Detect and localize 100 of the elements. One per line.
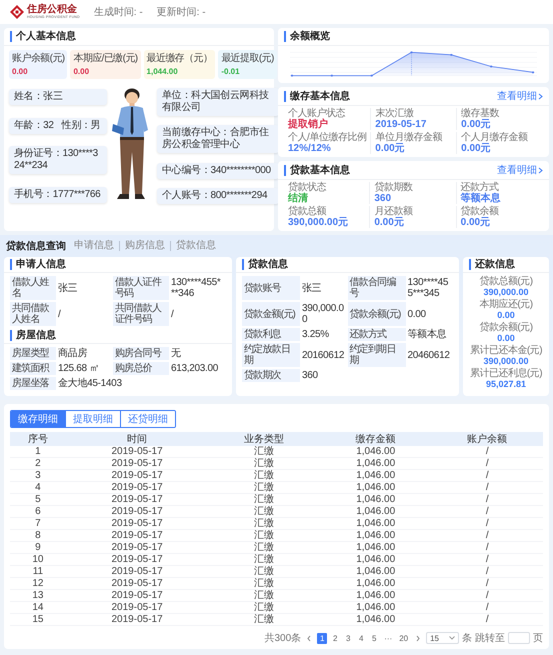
field-value: 360	[374, 193, 392, 204]
table-cell: 1,046.00	[320, 470, 432, 482]
table-cell: /	[431, 602, 543, 614]
field-label: 末次汇缴	[375, 108, 414, 119]
field-value: 0.00	[406, 308, 427, 322]
table-cell: 13	[10, 590, 66, 602]
field-label: 借款人姓名	[10, 276, 56, 300]
field-label: 还款方式	[348, 328, 406, 341]
table-cell: 5	[10, 494, 66, 506]
page-button[interactable]: 20	[397, 632, 410, 644]
tab[interactable]: 还贷明细	[120, 411, 175, 427]
stat-value: -0.01	[221, 67, 241, 76]
table-cell: 2019-05-17	[66, 494, 208, 506]
table-cell: 汇缴	[208, 446, 320, 458]
page-button[interactable]: ···	[382, 632, 394, 644]
table-cell: 11	[10, 566, 66, 578]
table-cell: 汇缴	[208, 518, 320, 530]
table-cell: /	[431, 446, 543, 458]
table-cell: 2019-05-17	[66, 542, 208, 554]
table-cell: 1,046.00	[320, 494, 432, 506]
field-value: 3.25%	[301, 328, 330, 341]
section-title: 余额概览	[284, 31, 330, 42]
field-value: 张三	[57, 282, 78, 296]
table-cell: 1,046.00	[320, 530, 432, 542]
field-value: 130****455***345	[406, 276, 450, 300]
table-cell: 12	[10, 578, 66, 590]
column-header: 账户余额	[431, 432, 543, 446]
page-size-select[interactable]: 15	[426, 632, 459, 644]
table-cell: 1,046.00	[320, 554, 432, 566]
field-label: 房屋类型	[10, 347, 56, 360]
field-label: 贷款余额(元)	[348, 302, 406, 326]
table-cell: 2019-05-17	[66, 458, 208, 470]
field-value: 360	[301, 369, 319, 382]
page-button[interactable]: 1	[317, 632, 328, 644]
field-value: 0.00	[496, 310, 516, 320]
table-cell: 14	[10, 602, 66, 614]
table-cell: 9	[10, 542, 66, 554]
table-cell: 2019-05-17	[66, 590, 208, 602]
table-cell: /	[431, 530, 543, 542]
stat-value: 0.00	[73, 67, 90, 76]
section-title: 缴存基本信息	[284, 90, 350, 102]
table-cell: 15	[10, 614, 66, 626]
field-label: 缴存基数	[461, 108, 500, 119]
field-value: 390,000.00	[482, 287, 530, 297]
field-value: 20160612	[301, 348, 346, 362]
table-cell: 汇缴	[208, 530, 320, 542]
field-value: 12%/12%	[288, 143, 332, 154]
generated-time: 生成时间: -	[94, 6, 143, 19]
field-label: 贷款期数	[374, 182, 414, 193]
table-cell: 10	[10, 554, 66, 566]
field-label: 个人账户状态	[288, 108, 346, 119]
page-button[interactable]: 4	[356, 632, 366, 644]
table-cell: 1,046.00	[320, 578, 432, 590]
table-cell: 8	[10, 530, 66, 542]
nav-link[interactable]: 贷款信息	[170, 241, 221, 251]
nav-link[interactable]: 申请信息	[74, 241, 119, 251]
chevron-right-icon	[538, 166, 543, 174]
table-cell: 1,046.00	[320, 602, 432, 614]
page-jump-field[interactable]	[508, 632, 530, 644]
field-label: 贷款期次	[242, 369, 300, 382]
field-value: 等额本息	[460, 193, 502, 204]
field-value: 张三	[301, 282, 322, 296]
section-title: 申请人信息	[10, 259, 66, 270]
field-value: 0.00元	[460, 217, 492, 228]
field-label: 贷款账号	[242, 276, 300, 300]
section-title: 贷款基本信息	[284, 164, 350, 176]
section-title: 贷款信息查询	[6, 240, 66, 253]
field-value: 0.00元	[375, 143, 406, 154]
table-cell: 1,046.00	[320, 458, 432, 470]
nav-link[interactable]: 购房信息	[119, 241, 170, 251]
field-label: 还款方式	[460, 182, 499, 193]
field-label: 贷款金额(元)	[242, 302, 300, 326]
table-cell: 2019-05-17	[66, 470, 208, 482]
page-button[interactable]: 5	[369, 632, 380, 644]
field-value: 20460612	[406, 348, 451, 362]
field-value: 0.00	[496, 333, 516, 343]
table-cell: 汇缴	[208, 494, 320, 506]
table-cell: /	[431, 506, 543, 518]
table-cell: 2019-05-17	[66, 578, 208, 590]
details-link[interactable]: 查看明细	[497, 163, 543, 177]
field-label: 约定到期日期	[348, 343, 406, 367]
section-title: 房屋信息	[10, 330, 56, 341]
field-label: 购房合同号	[113, 347, 169, 360]
page-button[interactable]: 3	[343, 632, 354, 644]
page-button[interactable]: 2	[330, 632, 340, 644]
table-cell: 1,046.00	[320, 566, 432, 578]
info-text: 性别：男	[62, 120, 100, 132]
field-label: 累计已还本金(元)	[468, 345, 544, 356]
stat-label: 账户余额(元)	[12, 53, 64, 64]
jump-label: 跳转至	[475, 632, 505, 646]
info-text: 手机号：1777***766	[14, 188, 100, 201]
section-title: 贷款信息	[242, 259, 288, 270]
details-link[interactable]: 查看明细	[497, 89, 543, 103]
info-text: 年龄：32	[14, 120, 54, 132]
field-label: 贷款总额	[288, 206, 328, 217]
column-header: 序号	[10, 432, 66, 446]
field-value: 95,027.81	[484, 379, 528, 389]
updated-time: 更新时间: -	[156, 6, 206, 19]
tab[interactable]: 缴存明细	[11, 411, 65, 427]
field-value: 390,000.00	[301, 302, 345, 326]
